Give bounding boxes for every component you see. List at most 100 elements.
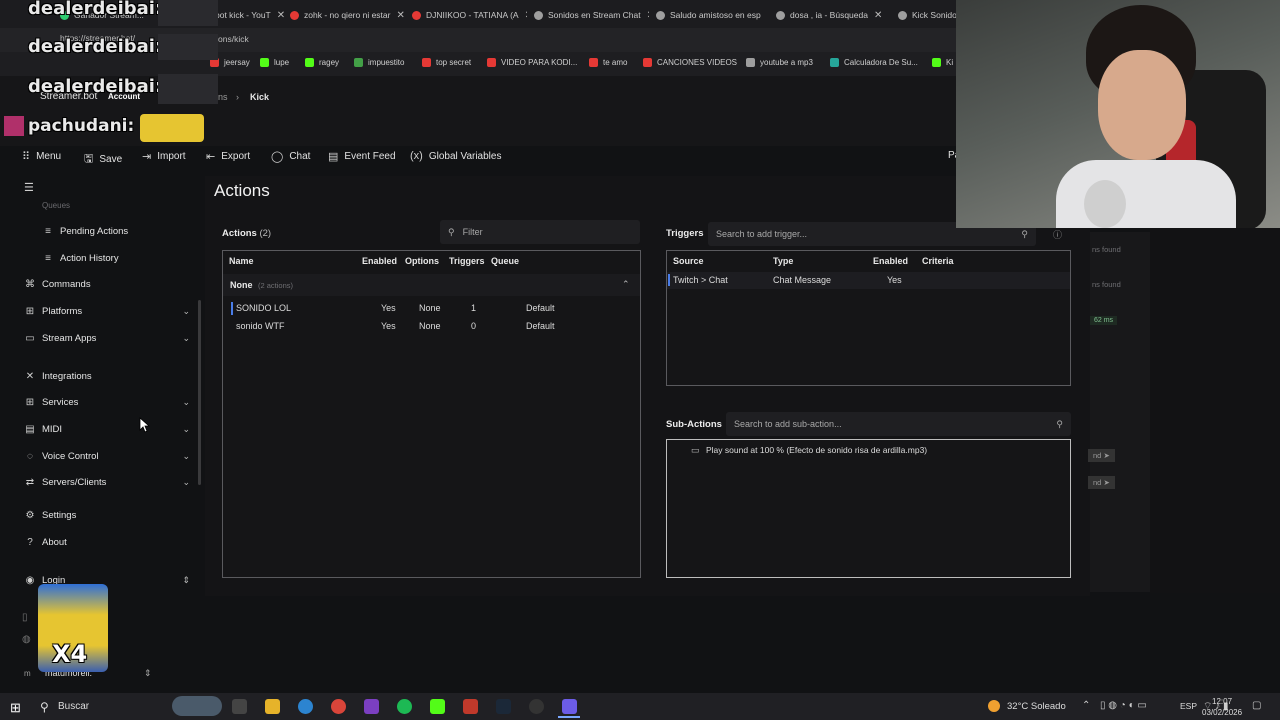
tray-icons[interactable]: ▯ ◍ ◔ ◐ ▭	[1100, 700, 1147, 711]
bookmark-item[interactable]: ragey	[305, 58, 339, 67]
sidebar-item-about[interactable]: ? About	[24, 537, 194, 548]
column-header[interactable]: Triggers	[449, 256, 485, 266]
platforms-icon: ⊞	[25, 306, 35, 317]
sidebar-item-integrations[interactable]: ✕ Integrations	[24, 371, 194, 382]
actions-filter-input[interactable]: ⚲ Filter	[440, 220, 640, 244]
clock-date[interactable]: 03/02/2026	[1202, 708, 1242, 717]
hamburger-icon[interactable]: ☰	[24, 181, 34, 194]
trigger-source: Twitch > Chat	[673, 275, 728, 285]
language-indicator[interactable]: ESP	[1180, 701, 1197, 711]
app-icon[interactable]	[364, 699, 379, 714]
steam-icon[interactable]	[496, 699, 511, 714]
sidebar-item-voice-control[interactable]: ◌ Voice Control ⌄	[24, 451, 194, 462]
import-button[interactable]: ⇥ Import	[142, 150, 186, 163]
chevron-updown-icon[interactable]: ⇕	[144, 668, 152, 679]
services-icon: ⊞	[25, 397, 35, 408]
task-view-icon[interactable]	[232, 699, 247, 714]
tray-chevron-up-icon[interactable]: ⌃	[1082, 700, 1090, 711]
browser-tab[interactable]: zohk - no qiero ni estar ✕	[290, 4, 405, 26]
sidebar-item-pending-actions[interactable]: ≡ Pending Actions	[42, 226, 212, 237]
chevron-down-icon: ⌄	[182, 333, 190, 343]
bookmark-item[interactable]: lupe	[260, 58, 289, 67]
column-header[interactable]: Queue	[491, 256, 519, 266]
search-icon[interactable]: ⚲	[40, 700, 49, 714]
export-button[interactable]: ⇤ Export	[206, 150, 250, 163]
close-tab-icon[interactable]: ✕	[525, 10, 527, 21]
obs-icon[interactable]	[529, 699, 544, 714]
chevron-down-icon: ⌄	[182, 451, 190, 461]
chrome-icon[interactable]	[331, 699, 346, 714]
minion-emote	[140, 114, 204, 142]
weather-icon[interactable]	[988, 700, 1000, 712]
sidebar-item-servers-clients[interactable]: ⇄ Servers/Clients ⌄	[24, 477, 194, 488]
browser-tab[interactable]: DJNIIKOO - TATIANA (A✕	[412, 4, 527, 26]
browser-tab[interactable]: Saludo amistoso en esp✕	[656, 4, 768, 26]
bookmark-item[interactable]: Calculadora De Su...	[830, 58, 918, 67]
sidebar-item-action-history[interactable]: ≡ Action History	[42, 253, 212, 264]
bookmark-item[interactable]: impuestito	[354, 58, 404, 67]
browser-tab[interactable]: Kick Sonido	[898, 4, 958, 26]
browser-tab[interactable]: bot kick - YouT ✕	[215, 4, 285, 26]
browser-tab[interactable]: Sonidos en Stream Chat✕	[534, 4, 649, 26]
column-header[interactable]: Enabled	[873, 256, 908, 266]
sidebar-item-midi[interactable]: ▤ MIDI ⌄	[24, 424, 194, 435]
bookmark-item[interactable]: CANCIONES VIDEOS	[643, 58, 737, 67]
bookmark-item[interactable]: youtube a mp3	[746, 58, 813, 67]
file-explorer-icon[interactable]	[265, 699, 280, 714]
column-header[interactable]: Criteria	[922, 256, 954, 266]
info-icon[interactable]: ⓘ	[1053, 228, 1062, 241]
send-button[interactable]: nd ➤	[1088, 449, 1115, 462]
column-header[interactable]: Type	[773, 256, 793, 266]
url-text-suffix[interactable]: ons/kick	[218, 34, 249, 44]
bookmark-item[interactable]: VIDEO PARA KODI...	[487, 58, 577, 67]
global-variables-button[interactable]: (x) Global Variables	[410, 150, 501, 162]
close-tab-icon[interactable]: ✕	[277, 10, 285, 21]
spotify-icon[interactable]	[397, 699, 412, 714]
close-tab-icon[interactable]: ✕	[874, 10, 882, 21]
close-tab-icon[interactable]: ✕	[396, 10, 404, 21]
subaction-search-input[interactable]: Search to add sub-action... ⚲	[726, 412, 1071, 436]
save-button[interactable]: 🖫 Save	[84, 150, 122, 169]
windows-start-icon[interactable]: ⊞	[10, 700, 21, 716]
bookmark-item[interactable]: Ki	[932, 58, 953, 67]
save-icon: 🖫	[84, 153, 94, 165]
background-panel	[1150, 228, 1280, 593]
clock-time[interactable]: 12:07	[1212, 697, 1232, 706]
column-header[interactable]: Options	[405, 256, 439, 266]
close-tab-icon[interactable]: ✕	[767, 10, 768, 21]
voicemeeter-icon[interactable]	[463, 699, 478, 714]
column-header[interactable]: Name	[229, 256, 254, 266]
triggers-table	[666, 250, 1071, 386]
discord-icon[interactable]: ◍	[22, 634, 31, 645]
sidebar-scrollbar[interactable]	[198, 300, 201, 485]
browser-tab[interactable]: dosa , ia - Búsqueda ✕	[776, 4, 888, 26]
sidebar-item-queues[interactable]: Queues	[42, 201, 212, 210]
sidebar-item-platforms[interactable]: ⊞ Platforms ⌄	[24, 306, 194, 317]
notification-icon[interactable]: ▢	[1252, 700, 1261, 711]
sidebar-item-settings[interactable]: ⚙ Settings	[24, 510, 194, 521]
breadcrumb[interactable]: ns	[218, 92, 228, 102]
bookmark-item[interactable]: top secret	[422, 58, 471, 67]
weather-text[interactable]: 32°C Soleado	[1007, 701, 1066, 712]
send-button[interactable]: nd ➤	[1088, 476, 1115, 489]
bookmark-item[interactable]: te amo	[589, 58, 627, 67]
book-icon[interactable]: ▯	[22, 612, 28, 623]
kick-icon[interactable]	[430, 699, 445, 714]
chevron-up-icon[interactable]: ⌃	[622, 279, 630, 290]
edge-icon[interactable]	[298, 699, 313, 714]
menu-button[interactable]: ⠿ Menu	[22, 150, 61, 163]
taskbar-search[interactable]: Buscar	[58, 701, 89, 712]
streamerbot-icon[interactable]	[562, 699, 577, 714]
close-tab-icon[interactable]: ✕	[647, 10, 649, 21]
gear-icon: ⚙	[25, 510, 35, 521]
sidebar-item-commands[interactable]: ⌘ Commands	[24, 279, 194, 290]
column-header[interactable]: Enabled	[362, 256, 397, 266]
chat-button[interactable]: ◯ Chat	[271, 150, 310, 163]
command-icon: ⌘	[25, 279, 35, 290]
event-feed-button[interactable]: ▤ Event Feed	[328, 150, 396, 163]
sidebar-item-stream-apps[interactable]: ▭ Stream Apps ⌄	[24, 333, 194, 344]
subaction-item[interactable]: Play sound at 100 % (Efecto de sonido ri…	[706, 445, 927, 455]
column-header[interactable]: Source	[673, 256, 704, 266]
page-icon	[534, 10, 543, 20]
sidebar-item-services[interactable]: ⊞ Services ⌄	[24, 397, 194, 408]
